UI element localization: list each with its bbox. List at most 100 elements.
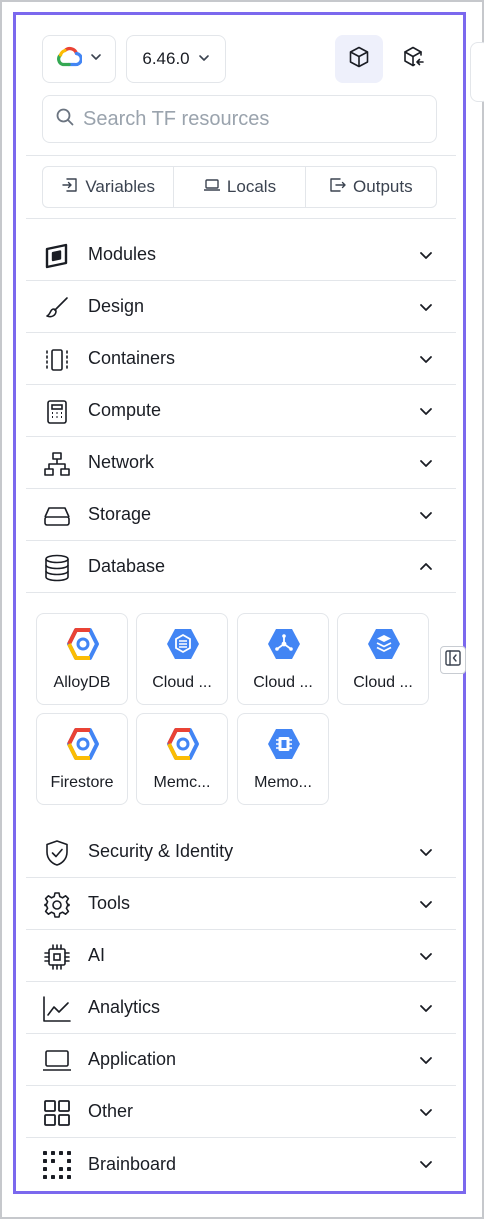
version-select[interactable]: 6.46.0 xyxy=(126,35,226,83)
resource-tile-label: Memc... xyxy=(153,774,211,791)
category-label: Application xyxy=(88,1049,177,1069)
brush-icon xyxy=(42,293,72,323)
modules-icon xyxy=(42,241,72,271)
gcp-hexagon-icon xyxy=(67,728,99,760)
tab-outputs[interactable]: Outputs xyxy=(306,167,436,207)
category-label: Containers xyxy=(88,348,176,368)
category-application[interactable]: Application xyxy=(26,1034,456,1086)
category-containers[interactable]: Containers xyxy=(26,333,456,385)
category-label: Tools xyxy=(88,893,131,913)
shield-icon xyxy=(42,838,72,868)
cloud-sql-icon xyxy=(167,629,199,659)
chevron-down-icon xyxy=(420,1109,432,1116)
chevron-down-icon xyxy=(420,460,432,467)
category-analytics[interactable]: Analytics xyxy=(26,982,456,1034)
search-input[interactable] xyxy=(83,107,413,131)
chevron-down-icon xyxy=(420,901,432,908)
chevron-down-icon xyxy=(90,50,102,68)
chevron-down-icon xyxy=(420,849,432,856)
resource-tile-label: Cloud ... xyxy=(152,674,212,691)
category-storage[interactable]: Storage xyxy=(26,489,456,541)
chart-icon xyxy=(42,994,72,1024)
resource-tile-label: Memo... xyxy=(254,774,312,791)
provider-select[interactable] xyxy=(42,35,116,83)
laptop-icon xyxy=(203,177,221,198)
memorystore-icon xyxy=(268,729,300,759)
chevron-down-icon xyxy=(420,1161,432,1168)
category-label: Database xyxy=(88,556,166,576)
category-label: Network xyxy=(88,452,155,472)
resources-view-button[interactable] xyxy=(335,35,383,83)
grid-icon xyxy=(42,1098,72,1128)
cloud-bigtable-icon xyxy=(368,629,400,659)
resources-panel: 6.46.0 Search TF resources Variables Loc… xyxy=(13,12,466,1194)
tab-variables[interactable]: Variables xyxy=(43,167,175,207)
network-icon xyxy=(42,449,72,479)
category-brainboard[interactable]: Brainboard xyxy=(26,1138,456,1190)
containers-icon xyxy=(42,345,72,375)
tab-locals[interactable]: Locals xyxy=(174,167,306,207)
google-cloud-icon xyxy=(56,46,83,73)
outputs-icon xyxy=(329,177,347,198)
chevron-down-icon xyxy=(198,49,210,69)
cube-icon xyxy=(347,45,371,74)
resource-tile-label: AlloyDB xyxy=(53,674,111,691)
tab-label: Outputs xyxy=(353,177,413,196)
chevron-down-icon xyxy=(420,356,432,363)
category-database[interactable]: Database xyxy=(26,541,456,593)
gear-icon xyxy=(42,890,72,920)
category-network[interactable]: Network xyxy=(26,437,456,489)
chevron-down-icon xyxy=(420,1005,432,1012)
gcp-hexagon-icon xyxy=(67,628,99,660)
search-icon xyxy=(55,107,75,132)
storage-icon xyxy=(42,501,72,531)
cloud-spanner-icon xyxy=(268,629,300,659)
category-design[interactable]: Design xyxy=(26,281,456,333)
category-compute[interactable]: Compute xyxy=(26,385,456,437)
category-modules[interactable]: Modules xyxy=(26,229,456,281)
chevron-down-icon xyxy=(420,512,432,519)
category-label: Brainboard xyxy=(88,1153,177,1174)
import-view-button[interactable] xyxy=(390,35,438,83)
version-label: 6.46.0 xyxy=(142,49,190,68)
category-label: Compute xyxy=(88,400,162,420)
tab-label: Locals xyxy=(226,177,277,196)
resource-tile-label: Cloud ... xyxy=(353,674,413,691)
category-other[interactable]: Other xyxy=(26,1086,456,1138)
laptop-icon xyxy=(42,1046,72,1076)
resource-tile-firestore[interactable]: Firestore xyxy=(36,713,128,805)
category-label: Storage xyxy=(88,504,152,524)
resource-tile-alloydb[interactable]: AlloyDB xyxy=(36,613,128,705)
variables-icon xyxy=(61,177,79,198)
resource-tile-cloud-bigtable[interactable]: Cloud ... xyxy=(337,613,429,705)
category-label: Analytics xyxy=(88,997,161,1017)
category-label: Security & Identity xyxy=(88,841,234,861)
dots-grid-icon xyxy=(42,1150,72,1180)
panel-collapse-icon xyxy=(444,649,462,672)
resource-tile-cloud-sql[interactable]: Cloud ... xyxy=(136,613,228,705)
divider xyxy=(26,218,456,219)
resource-tile-label: Cloud ... xyxy=(253,674,313,691)
collapse-panel-button[interactable] xyxy=(440,646,466,674)
resource-tile-memorystore[interactable]: Memo... xyxy=(237,713,329,805)
chevron-down-icon xyxy=(420,1057,432,1064)
database-icon xyxy=(42,553,72,583)
category-label: AI xyxy=(88,945,106,965)
divider xyxy=(26,155,456,156)
tab-label: Variables xyxy=(85,177,155,196)
compute-icon xyxy=(42,397,72,427)
category-tools[interactable]: Tools xyxy=(26,878,456,930)
resource-tile-memcache[interactable]: Memc... xyxy=(136,713,228,805)
resource-tile-cloud-spanner[interactable]: Cloud ... xyxy=(237,613,329,705)
category-label: Other xyxy=(88,1101,134,1121)
category-ai[interactable]: AI xyxy=(26,930,456,982)
category-label: Design xyxy=(88,296,145,316)
resource-tile-label: Firestore xyxy=(50,774,114,791)
category-security-identity[interactable]: Security & Identity xyxy=(26,826,456,878)
search-box xyxy=(42,95,437,143)
chevron-up-icon xyxy=(420,563,432,570)
cube-import-icon xyxy=(402,45,426,74)
top-bar: 6.46.0 xyxy=(42,35,438,83)
category-label: Modules xyxy=(88,244,157,264)
chip-icon xyxy=(42,942,72,972)
